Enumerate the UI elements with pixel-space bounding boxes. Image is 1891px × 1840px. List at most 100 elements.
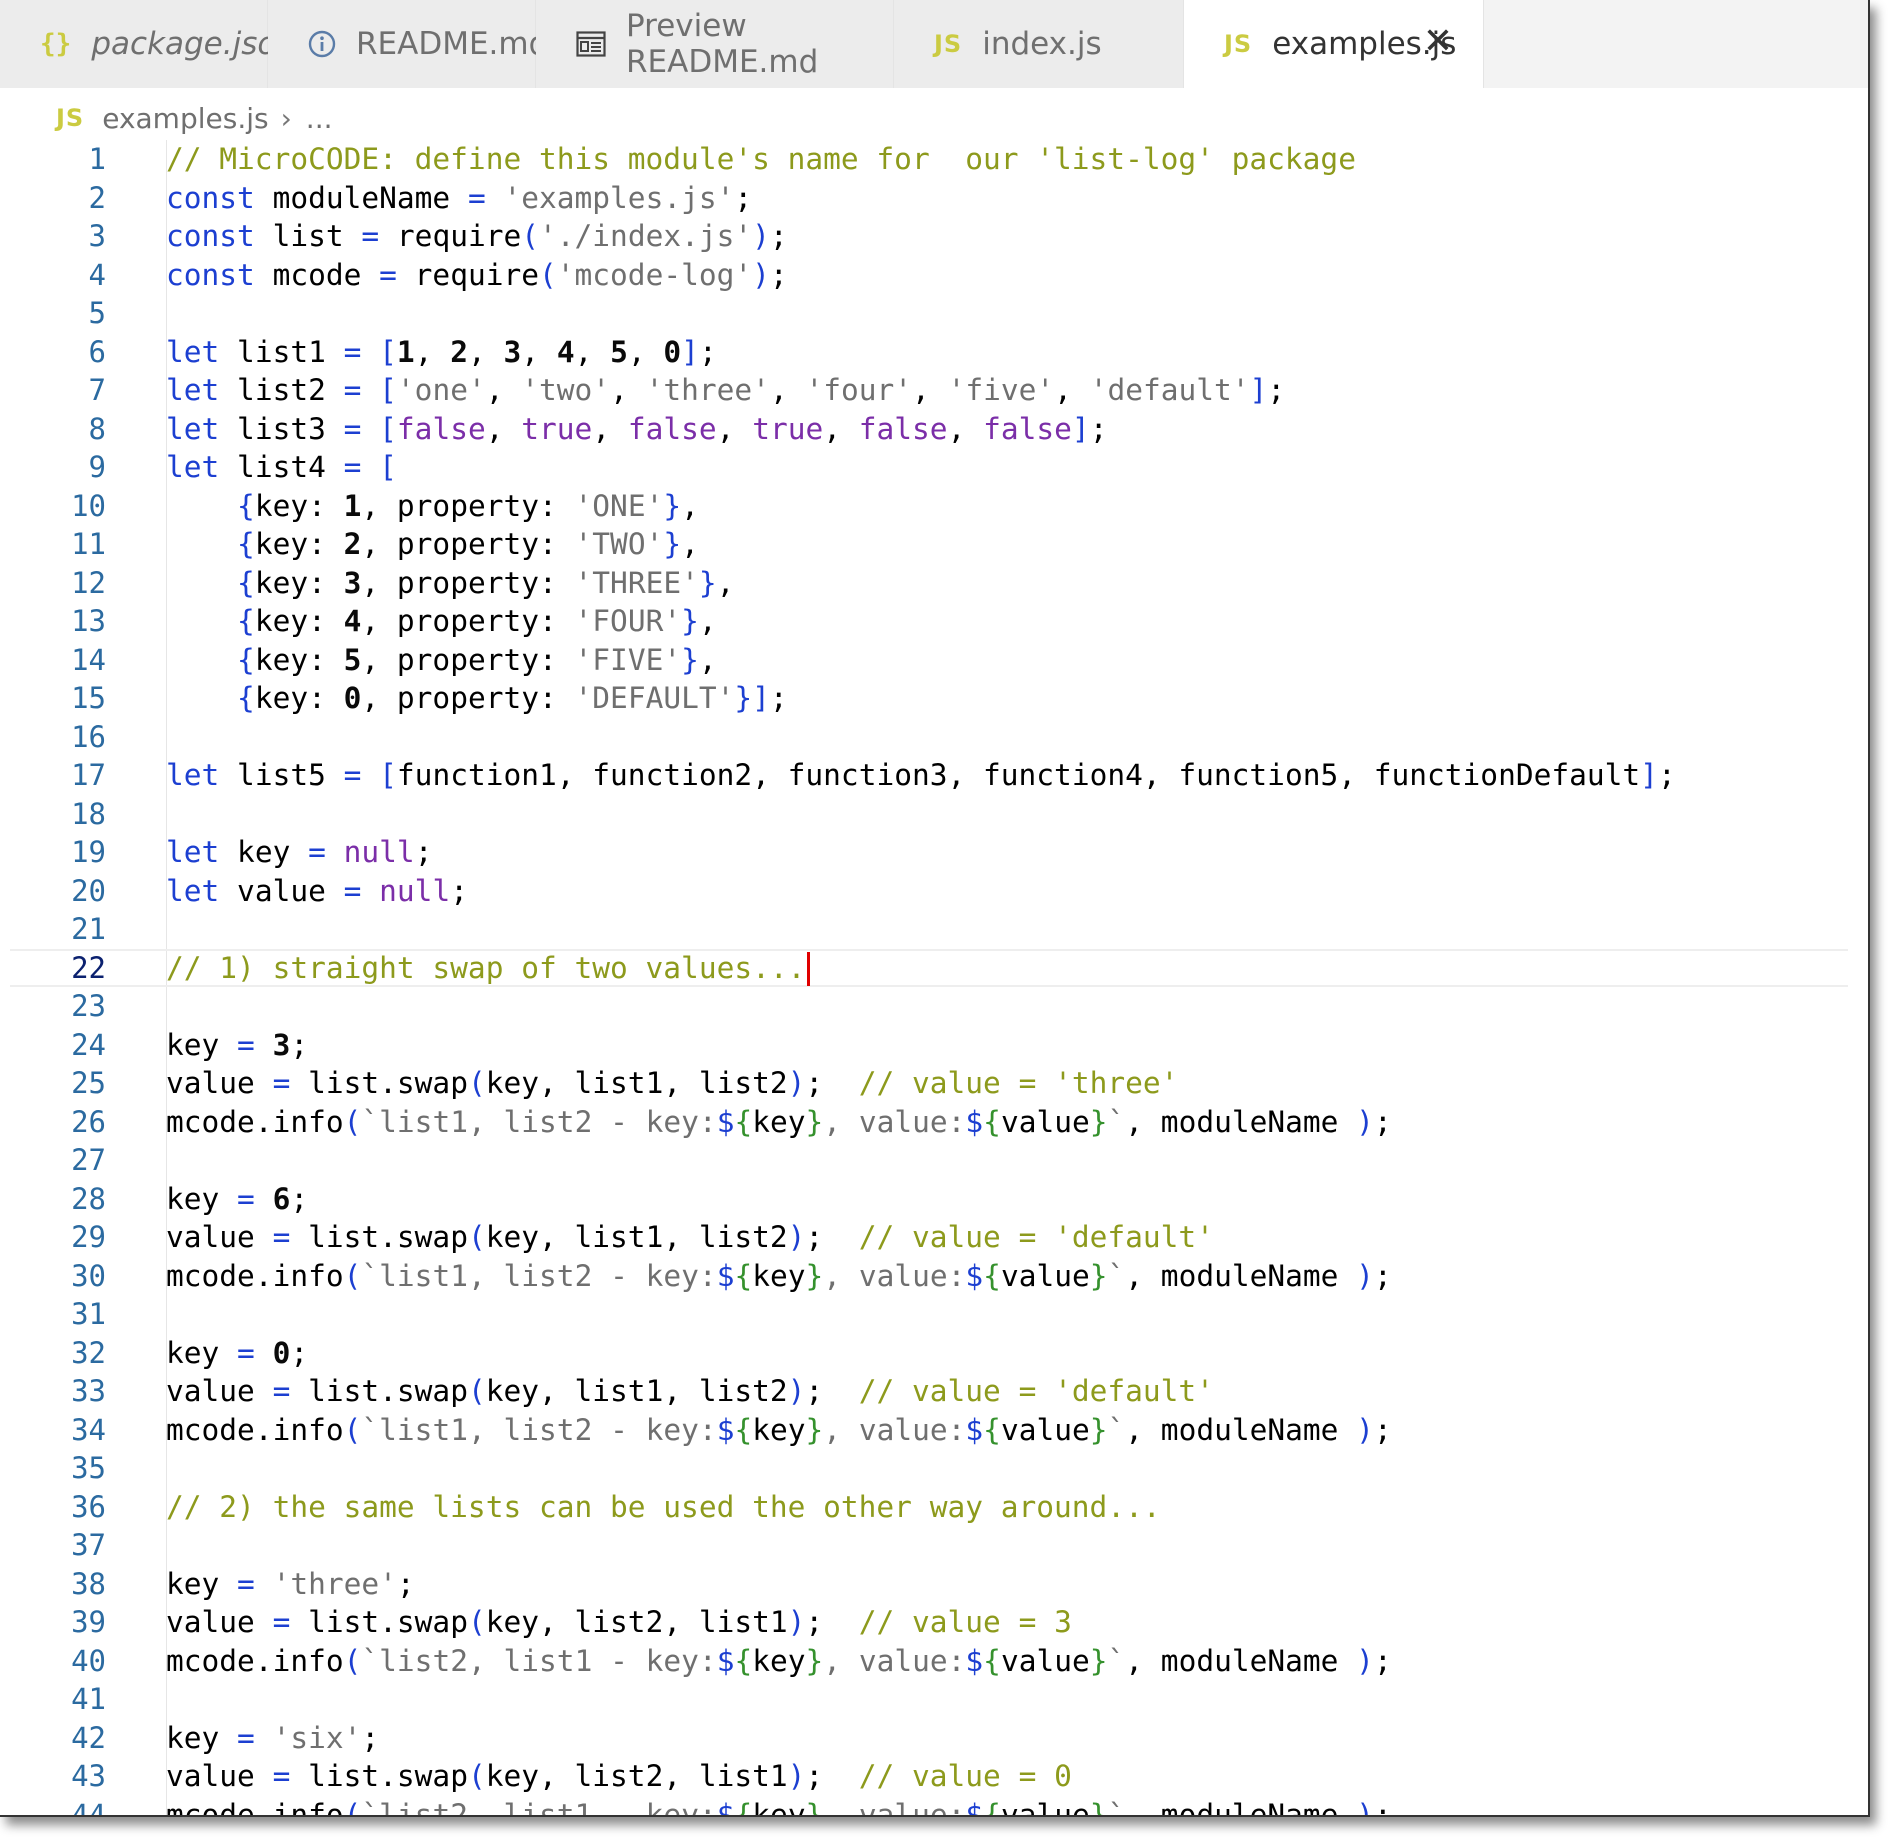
code-line[interactable]: 39 value = list.swap(key, list2, list1); … [0,1603,1868,1642]
breadcrumb: JS examples.js › ... [56,96,333,140]
code-text[interactable]: let value = null; [166,872,468,911]
code-line[interactable]: 13 {key: 4, property: 'FOUR'}, [0,602,1868,641]
code-line[interactable]: 17 let list5 = [function1, function2, fun… [0,756,1868,795]
code-text[interactable]: value = list.swap(key, list1, list2); //… [166,1372,1214,1411]
code-text[interactable]: {key: 1, property: 'ONE'}, [166,487,699,526]
code-editor[interactable]: 1 // MicroCODE: define this module's name… [0,140,1868,1816]
code-line[interactable]: 41 [0,1680,1868,1719]
code-text[interactable]: {key: 2, property: 'TWO'}, [166,525,699,564]
tab-preview-readme[interactable]: Preview README.md [536,0,894,88]
code-line[interactable]: 15 {key: 0, property: 'DEFAULT'}]; [0,679,1868,718]
code-text[interactable]: value = list.swap(key, list2, list1); //… [166,1757,1072,1796]
code-line[interactable]: 38 key = 'three'; [0,1565,1868,1604]
code-line[interactable]: 5 [0,294,1868,333]
info-icon [308,30,336,58]
code-text[interactable]: let list2 = ['one', 'two', 'three', 'fou… [166,371,1285,410]
code-line[interactable]: 36 // 2) the same lists can be used the o… [0,1488,1868,1527]
code-text[interactable]: mcode.info(`list1, list2 - key:${key}, v… [166,1411,1392,1450]
code-line[interactable]: 27 [0,1141,1868,1180]
code-line[interactable]: 26 mcode.info(`list1, list2 - key:${key},… [0,1103,1868,1142]
code-line[interactable]: 43 value = list.swap(key, list2, list1); … [0,1757,1868,1796]
code-text[interactable]: mcode.info(`list1, list2 - key:${key}, v… [166,1103,1392,1142]
code-line[interactable]: 19 let key = null; [0,833,1868,872]
code-line[interactable]: 4 const mcode = require('mcode-log'); [0,256,1868,295]
code-text[interactable]: let list4 = [ [166,448,397,487]
line-number: 15 [71,681,106,715]
code-line[interactable]: 22 // 1) straight swap of two values... [0,948,1868,988]
code-text[interactable]: let key = null; [166,833,432,872]
tab-readme[interactable]: README.md [268,0,548,88]
tab-index-js[interactable]: JS index.js [894,0,1184,88]
code-text[interactable]: key = 0; [166,1334,308,1373]
code-line[interactable]: 42 key = 'six'; [0,1719,1868,1758]
line-number: 39 [71,1605,106,1639]
code-text[interactable]: let list5 = [function1, function2, funct… [166,756,1676,795]
code-text[interactable]: const moduleName = 'examples.js'; [166,179,752,218]
code-line[interactable]: 28 key = 6; [0,1180,1868,1219]
line-number: 10 [71,488,106,523]
code-line[interactable]: 1 // MicroCODE: define this module's name… [0,140,1868,179]
code-text[interactable]: key = 3; [166,1026,308,1065]
code-text[interactable]: let list3 = [false, true, false, true, f… [166,410,1107,449]
code-text[interactable]: key = 'three'; [166,1565,415,1604]
code-line[interactable]: 35 [0,1449,1868,1488]
code-line[interactable]: 31 [0,1295,1868,1334]
code-line[interactable]: 33 value = list.swap(key, list1, list2); … [0,1372,1868,1411]
tab-examples-js[interactable]: JS examples.js ✕ [1184,0,1484,88]
code-text[interactable]: // 1) straight swap of two values... [166,949,811,988]
code-text[interactable]: let list1 = [1, 2, 3, 4, 5, 0]; [166,333,717,372]
code-text[interactable]: mcode.info(`list2, list1 - key:${key}, v… [166,1642,1392,1681]
code-line[interactable]: 29 value = list.swap(key, list1, list2); … [0,1218,1868,1257]
line-number: 32 [71,1335,106,1370]
code-text[interactable]: value = list.swap(key, list2, list1); //… [166,1603,1072,1642]
code-line[interactable]: 9 let list4 = [ [0,448,1868,487]
code-line[interactable]: 25 value = list.swap(key, list1, list2); … [0,1064,1868,1103]
breadcrumb-file[interactable]: examples.js [102,102,268,135]
code-line[interactable]: 24 key = 3; [0,1026,1868,1065]
line-number: 17 [71,758,106,792]
code-text[interactable]: key = 'six'; [166,1719,379,1758]
code-line[interactable]: 3 const list = require('./index.js'); [0,217,1868,256]
code-text[interactable]: value = list.swap(key, list1, list2); //… [166,1218,1214,1257]
tab-package-json[interactable]: {} package.json [0,0,296,88]
code-line[interactable]: 10 {key: 1, property: 'ONE'}, [0,487,1868,526]
tab-label: index.js [982,26,1102,62]
code-line[interactable]: 30 mcode.info(`list1, list2 - key:${key},… [0,1257,1868,1296]
code-text[interactable]: value = list.swap(key, list1, list2); //… [166,1064,1178,1103]
code-text[interactable]: const mcode = require('mcode-log'); [166,256,788,295]
code-line[interactable]: 21 [0,910,1868,949]
code-line[interactable]: 40 mcode.info(`list2, list1 - key:${key},… [0,1642,1868,1681]
code-text[interactable]: const list = require('./index.js'); [166,217,788,256]
code-line[interactable]: 6 let list1 = [1, 2, 3, 4, 5, 0]; [0,333,1868,372]
code-line[interactable]: 11 {key: 2, property: 'TWO'}, [0,525,1868,564]
code-line[interactable]: 14 {key: 5, property: 'FIVE'}, [0,641,1868,680]
code-line[interactable]: 34 mcode.info(`list1, list2 - key:${key},… [0,1411,1868,1450]
code-line[interactable]: 16 [0,718,1868,757]
code-text[interactable]: {key: 4, property: 'FOUR'}, [166,602,717,641]
line-number: 16 [71,719,106,754]
line-number: 13 [71,604,106,638]
close-icon[interactable]: ✕ [1423,24,1453,60]
code-line[interactable]: 37 [0,1526,1868,1565]
code-line[interactable]: 7 let list2 = ['one', 'two', 'three', 'fo… [0,371,1868,410]
code-text[interactable]: // MicroCODE: define this module's name … [166,140,1356,179]
code-line[interactable]: 20 let value = null; [0,872,1868,911]
code-text[interactable]: {key: 5, property: 'FIVE'}, [166,641,717,680]
editor-window: {} package.json README.md Preview README… [0,0,1870,1817]
code-text[interactable]: mcode.info(`list2, list1 - key:${key}, v… [166,1796,1392,1816]
code-text[interactable]: {key: 3, property: 'THREE'}, [166,564,734,603]
line-number: 43 [71,1759,106,1793]
code-text[interactable]: {key: 0, property: 'DEFAULT'}]; [166,679,788,718]
code-line[interactable]: 23 [0,987,1868,1026]
code-line[interactable]: 8 let list3 = [false, true, false, true, … [0,410,1868,449]
code-text[interactable]: // 2) the same lists can be used the oth… [166,1488,1161,1527]
code-text[interactable]: mcode.info(`list1, list2 - key:${key}, v… [166,1257,1392,1296]
breadcrumb-rest[interactable]: ... [306,102,333,135]
code-text[interactable]: key = 6; [166,1180,308,1219]
code-line[interactable]: 12 {key: 3, property: 'THREE'}, [0,564,1868,603]
code-line[interactable]: 44 mcode.info(`list2, list1 - key:${key},… [0,1796,1868,1816]
code-line[interactable]: 32 key = 0; [0,1334,1868,1373]
code-line[interactable]: 18 [0,795,1868,834]
code-line[interactable]: 2 const moduleName = 'examples.js'; [0,179,1868,218]
tab-label: Preview README.md [626,8,819,80]
